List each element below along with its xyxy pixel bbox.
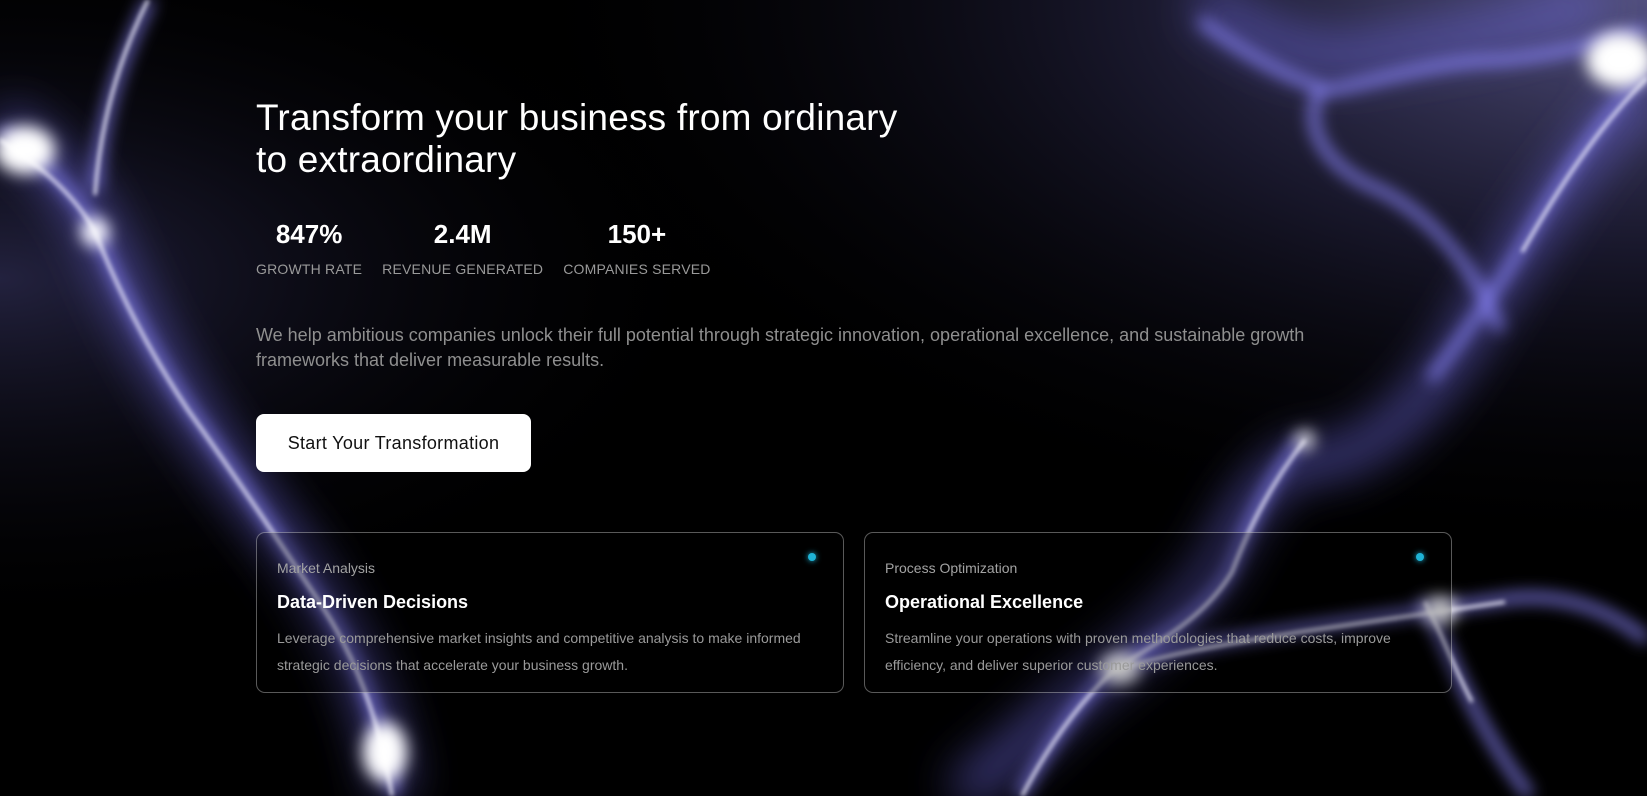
stat-label: GROWTH RATE xyxy=(256,261,363,277)
stat-value: 150+ xyxy=(607,219,667,249)
feature-cards: Market Analysis Data-Driven Decisions Le… xyxy=(256,532,1452,693)
card-body: Streamline your operations with proven m… xyxy=(885,630,1391,673)
stat-label: REVENUE GENERATED xyxy=(382,261,544,277)
feature-card-process-optimization[interactable]: Process Optimization Operational Excelle… xyxy=(864,532,1452,693)
card-eyebrow: Process Optimization xyxy=(885,560,1018,576)
card-title: Operational Excellence xyxy=(885,592,1084,612)
stat-value: 2.4M xyxy=(433,219,492,249)
status-dot-icon xyxy=(808,553,816,561)
card-title: Data-Driven Decisions xyxy=(277,592,469,612)
stat-revenue-generated: 2.4M REVENUE GENERATED xyxy=(382,218,543,278)
status-dot-icon xyxy=(1416,553,1424,561)
hero-description: We help ambitious companies unlock their… xyxy=(256,325,1305,370)
stat-value: 847% xyxy=(275,219,343,249)
stat-growth-rate: 847% GROWTH RATE xyxy=(256,218,362,278)
card-body: Leverage comprehensive market insights a… xyxy=(277,630,801,673)
hero-headline: Transform your business from ordinary to… xyxy=(256,97,936,181)
headline-line-2: to extraordinary xyxy=(256,139,517,180)
feature-card-market-analysis[interactable]: Market Analysis Data-Driven Decisions Le… xyxy=(256,532,844,693)
hero-content: Transform your business from ordinary to… xyxy=(256,0,1456,796)
stats-row: 847% GROWTH RATE 2.4M REVENUE GENERATED … xyxy=(256,218,711,278)
headline-line-1: Transform your business from ordinary xyxy=(256,97,898,138)
card-eyebrow: Market Analysis xyxy=(277,560,376,576)
stat-companies-served: 150+ COMPANIES SERVED xyxy=(563,218,710,278)
hero-section: Transform your business from ordinary to… xyxy=(0,0,1647,796)
stat-label: COMPANIES SERVED xyxy=(563,261,711,277)
start-transformation-button[interactable]: Start Your Transformation xyxy=(256,414,531,472)
